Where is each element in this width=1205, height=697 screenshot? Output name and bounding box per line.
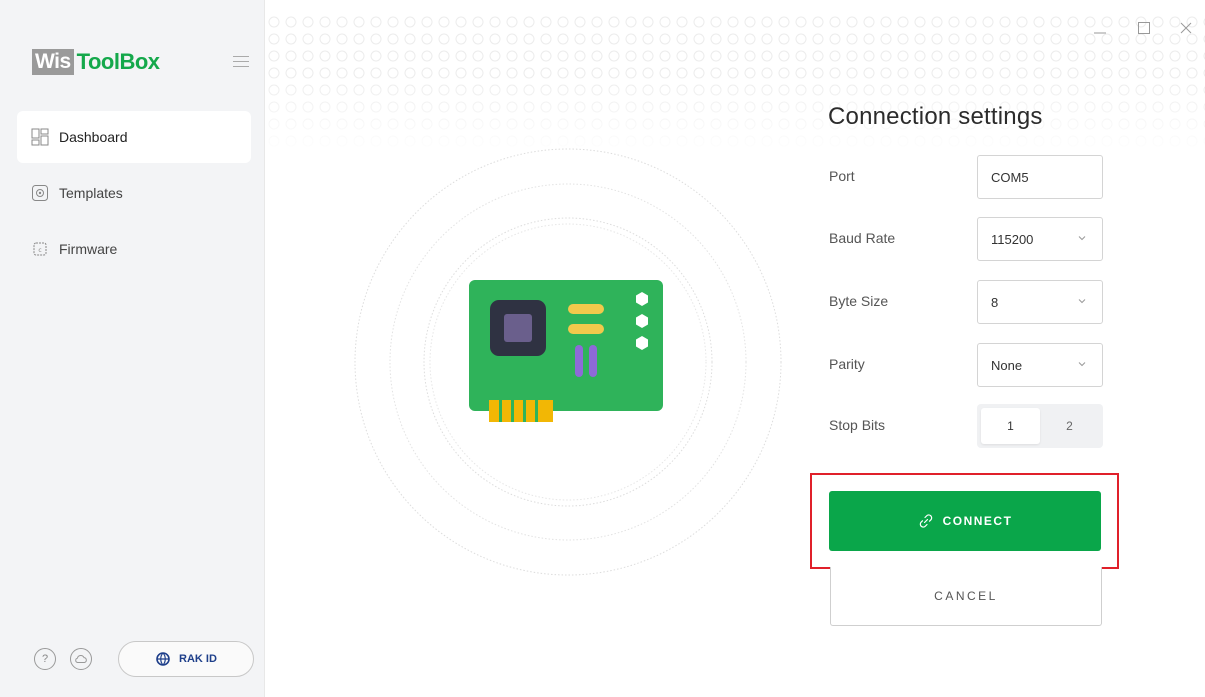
parity-select[interactable]: None [977,343,1103,387]
baud-rate-value: 115200 [991,231,1034,247]
stop-bits-option-2[interactable]: 2 [1040,408,1099,444]
connect-label: CONNECT [942,514,1013,528]
cloud-icon[interactable] [70,648,92,670]
stop-bits-toggle: 1 2 [977,404,1103,448]
rak-id-button[interactable]: RAK ID [118,641,254,677]
byte-size-label: Byte Size [829,293,889,309]
chevron-down-icon [1078,236,1086,241]
close-icon[interactable] [1178,20,1194,41]
sidebar-item-dashboard[interactable]: Dashboard [17,111,251,163]
port-input[interactable]: COM5 [977,155,1103,199]
circuit-board-icon [469,280,663,422]
cancel-label: CANCEL [934,589,998,603]
help-icon[interactable]: ? [34,648,56,670]
sidebar-item-templates[interactable]: Templates [17,167,251,219]
sidebar-item-label: Templates [59,185,123,201]
device-illustration [354,148,782,576]
sidebar-item-label: Firmware [59,241,118,257]
firmware-chip-icon: c [31,240,49,258]
parity-row: Parity None [829,343,1104,387]
templates-icon [31,184,49,202]
sidebar-item-firmware[interactable]: c Firmware [17,223,251,275]
parity-label: Parity [829,356,865,372]
connection-settings-title: Connection settings [828,103,1043,130]
sidebar-item-label: Dashboard [59,129,128,145]
stop-bits-row: Stop Bits 1 2 [829,404,1104,448]
rak-globe-icon [156,652,170,666]
connect-button[interactable]: CONNECT [829,491,1101,551]
sidebar-footer: ? RAK ID [34,641,254,677]
maximize-icon[interactable] [1136,20,1152,41]
logo-wis: Wis [32,49,74,75]
parity-value: None [991,357,1023,373]
baud-rate-row: Baud Rate 115200 [829,217,1104,261]
sidebar-nav: Dashboard Templates c Firmware [17,111,251,279]
baud-rate-label: Baud Rate [829,230,896,246]
minimize-icon[interactable] [1092,20,1108,41]
link-icon [919,514,932,528]
dot-pattern-background [266,14,1205,154]
port-row: Port COM5 [829,155,1104,199]
sidebar: Wis ToolBox Dashboard Templates c Firmwa… [0,0,265,697]
byte-size-row: Byte Size 8 [829,280,1104,324]
byte-size-value: 8 [991,294,999,310]
app-logo: Wis ToolBox [32,49,160,75]
stop-bits-option-1[interactable]: 1 [981,408,1040,444]
cancel-button[interactable]: CANCEL [830,567,1102,626]
dashboard-grid-icon [31,128,49,146]
stop-bits-label: Stop Bits [829,417,886,433]
logo-toolbox: ToolBox [76,49,160,74]
baud-rate-select[interactable]: 115200 [977,217,1103,261]
port-label: Port [829,168,855,184]
chevron-down-icon [1078,362,1086,367]
port-value: COM5 [991,169,1029,185]
hamburger-menu-icon[interactable] [233,56,249,68]
rak-id-label: RAK ID [179,653,217,665]
chevron-down-icon [1078,299,1086,304]
svg-text:c: c [38,247,41,254]
connection-settings-panel: Connection settings [828,103,1108,131]
byte-size-select[interactable]: 8 [977,280,1103,324]
app-window: Wis ToolBox Dashboard Templates c Firmwa… [0,0,1205,697]
